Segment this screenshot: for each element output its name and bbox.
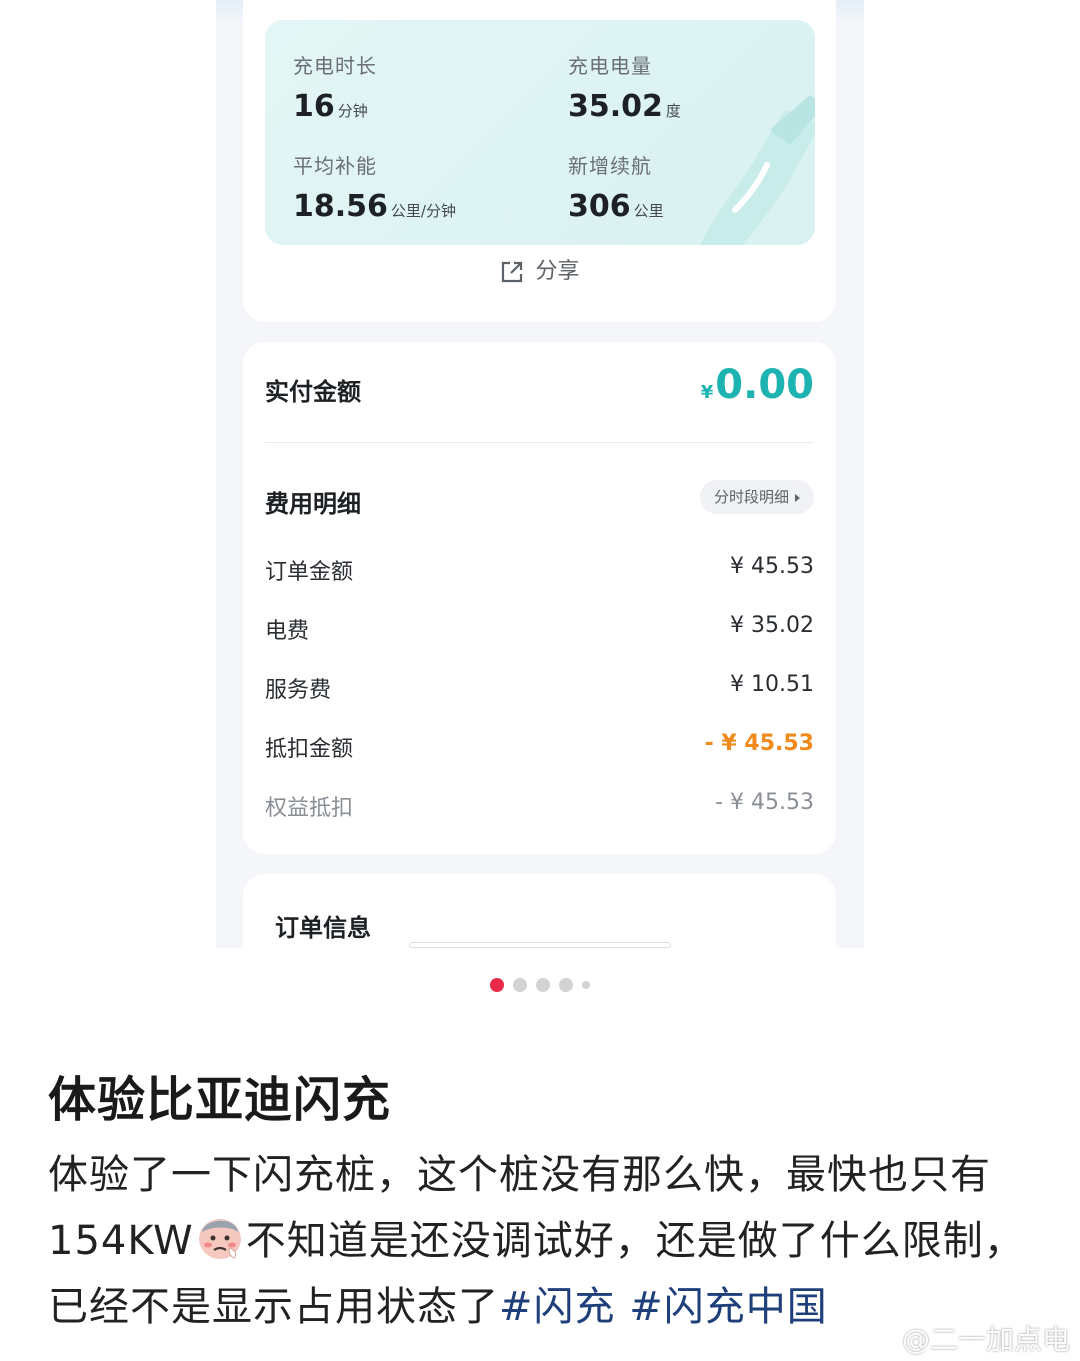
carousel-indicator [0,978,1080,992]
paid-amount: ¥0.00 [701,362,814,408]
fee-row-benefit-deduction: 权益抵扣 - ¥ 45.53 [265,790,814,824]
paid-amount-value: 0.00 [715,362,814,408]
fee-row-service: 服务费 ¥ 10.51 [265,672,814,706]
payment-card: 实付金额 ¥0.00 费用明细 分时段明细 订单金额 ¥ 45.53 电费 ¥ … [243,342,836,854]
weibo-logo-icon [866,1325,900,1353]
fee-name: 订单金额 [265,560,354,585]
stat-value: 35.02 度 [568,89,681,124]
stat-unit: 公里/分钟 [390,202,456,220]
sweating-face-emoji [194,1210,246,1262]
order-info-card[interactable]: 订单信息 [243,874,836,948]
stat-number: 16 [293,89,335,124]
order-info-label: 订单信息 [275,914,371,942]
share-label: 分享 [535,259,580,284]
charging-stats-panel: 充电时长 16 分钟 充电电量 35.02 度 平均补能 18.56 公里/分钟 新增… [265,20,815,245]
period-detail-label: 分时段明细 [713,488,789,506]
post-body: 体验了一下闪充桩，这个桩没有那么快，最快也只有154KW 不知道是还没调试好，还… [48,1142,1028,1340]
stat-unit: 分钟 [337,102,368,120]
carousel-dot[interactable] [513,978,527,992]
fee-row-deduction: 抵扣金额 - ¥ 45.53 [265,731,814,765]
fee-name: 权益抵扣 [265,796,354,821]
share-icon [499,259,525,285]
stat-charge-energy: 充电电量 35.02 度 [568,50,681,124]
fee-row-order-amount: 订单金额 ¥ 45.53 [265,554,814,588]
watermark-text: @二一加点电 [901,1323,1070,1356]
stat-charge-duration: 充电时长 16 分钟 [293,50,377,124]
fee-value: ¥ 35.02 [730,613,814,638]
charging-plug-illustration [699,95,815,245]
stat-number: 18.56 [293,189,388,224]
app-screenshot: 充电时长 16 分钟 充电电量 35.02 度 平均补能 18.56 公里/分钟 新增… [216,0,864,948]
carousel-dot-active[interactable] [490,978,504,992]
stat-unit: 公里 [633,202,664,220]
stat-value: 18.56 公里/分钟 [293,189,456,224]
stat-added-range: 新增续航 306 公里 [568,150,664,224]
carousel-dot[interactable] [536,978,550,992]
fee-name: 电费 [265,619,310,644]
scroll-indicator [409,942,671,948]
divider [265,442,814,443]
charging-stats-card: 充电时长 16 分钟 充电电量 35.02 度 平均补能 18.56 公里/分钟 新增… [243,0,836,322]
hashtag-link[interactable]: #闪充中国 [629,1284,828,1330]
stat-unit: 度 [665,102,681,120]
stat-label: 充电时长 [293,54,377,78]
paid-amount-label: 实付金额 [265,378,361,406]
stat-value: 306 公里 [568,189,664,224]
currency-symbol: ¥ [700,382,714,403]
carousel-dot[interactable] [559,978,573,992]
period-detail-button[interactable]: 分时段明细 [699,480,814,514]
fee-detail-title: 费用明细 [265,490,361,518]
caret-right-icon [795,493,800,502]
fee-value: - ¥ 45.53 [704,731,814,756]
share-button[interactable]: 分享 [243,253,836,285]
fee-value: ¥ 45.53 [730,554,814,579]
stat-label: 平均补能 [293,154,377,178]
stat-label: 充电电量 [568,54,652,78]
fee-value: - ¥ 45.53 [715,790,814,815]
watermark: @二一加点电 [866,1318,1070,1358]
fee-name: 抵扣金额 [265,737,354,762]
fee-name: 服务费 [265,678,332,703]
stat-value: 16 分钟 [293,89,377,124]
carousel-dot[interactable] [582,981,590,989]
stat-label: 新增续航 [568,154,652,178]
post-title: 体验比亚迪闪充 [48,1072,392,1128]
stat-average-rate: 平均补能 18.56 公里/分钟 [293,150,456,224]
hashtag-link[interactable]: #闪充 [499,1284,616,1330]
stat-number: 306 [568,189,631,224]
stat-number: 35.02 [568,89,663,124]
fee-row-electricity: 电费 ¥ 35.02 [265,613,814,647]
fee-value: ¥ 10.51 [730,672,814,697]
